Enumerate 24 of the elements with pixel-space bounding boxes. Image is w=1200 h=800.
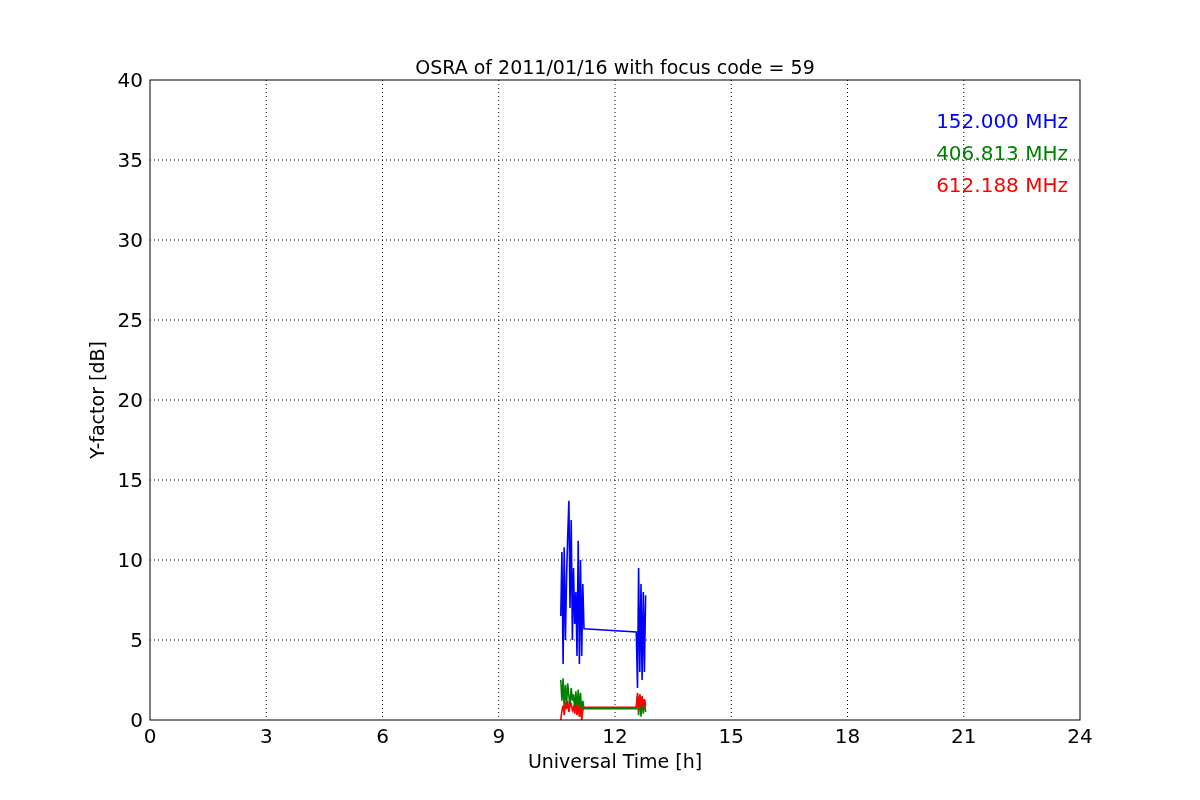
y-tick-label: 15 bbox=[117, 468, 143, 492]
x-axis-label: Universal Time [h] bbox=[527, 750, 703, 772]
y-tick-label: 20 bbox=[117, 388, 143, 412]
y-tick-label: 25 bbox=[117, 308, 143, 332]
legend-label: 152.000 MHz bbox=[936, 109, 1068, 133]
x-tick-label: 9 bbox=[492, 724, 506, 748]
legend-label: 612.188 MHz bbox=[936, 173, 1068, 197]
x-tick-label: 3 bbox=[259, 724, 273, 748]
x-tick-label: 12 bbox=[602, 724, 628, 748]
x-tick-label: 15 bbox=[718, 724, 744, 748]
x-tick-label: 0 bbox=[143, 724, 157, 748]
chart-title: OSRA of 2011/01/16 with focus code = 59 bbox=[415, 56, 815, 78]
x-tick-label: 18 bbox=[834, 724, 861, 748]
y-tick-label: 5 bbox=[130, 628, 143, 652]
legend-label: 406.813 MHz bbox=[936, 141, 1068, 165]
y-axis-label: Y-factor [dB] bbox=[86, 341, 108, 459]
x-tick-label: 6 bbox=[376, 724, 389, 748]
y-tick-label: 10 bbox=[117, 548, 143, 572]
y-tick-label: 0 bbox=[130, 708, 143, 732]
y-tick-label: 30 bbox=[117, 228, 143, 252]
x-tick-label: 21 bbox=[951, 724, 977, 748]
y-tick-label: 40 bbox=[117, 68, 143, 92]
y-tick-label: 35 bbox=[117, 148, 143, 172]
x-tick-label: 24 bbox=[1067, 724, 1093, 748]
